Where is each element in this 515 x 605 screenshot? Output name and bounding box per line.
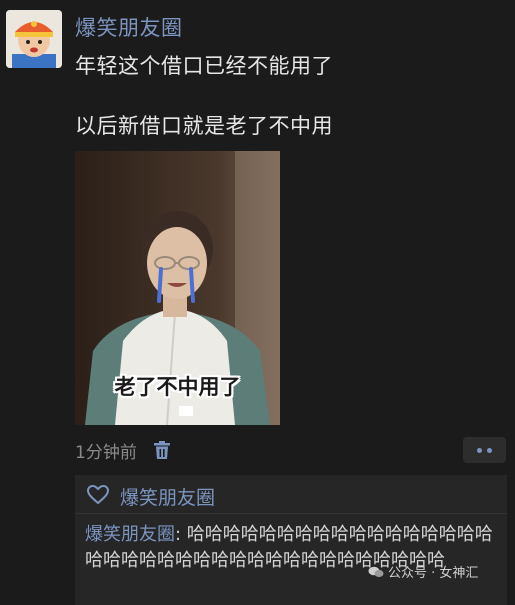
divider [75,513,507,514]
heart-icon [87,485,109,504]
dot [487,448,492,453]
like-user-name[interactable]: 爆笑朋友圈 [120,483,215,510]
post-image[interactable]: 老了不中用了 [75,151,280,425]
comment-separator: : [175,524,187,545]
trash-icon[interactable] [152,440,172,460]
watermark-text: 公众号 · 女神汇 [388,566,479,581]
post-text-line-2: 以后新借口就是老了不中用 [75,114,333,138]
post-timestamp: 1分钟前 [75,443,137,463]
image-caption: 老了不中用了 [114,375,241,399]
more-dots-icon[interactable] [463,437,506,463]
comment-author[interactable]: 爆笑朋友圈 [85,524,175,545]
avatar-image [6,10,62,68]
watermark: 公众号 · 女神汇 [368,562,478,581]
post-username[interactable]: 爆笑朋友圈 [75,12,183,42]
dot [477,448,482,453]
avatar[interactable] [6,10,62,68]
post-text-line-1: 年轻这个借口已经不能用了 [75,54,333,78]
wechat-icon [368,566,384,578]
comments-panel: 爆笑朋友圈 爆笑朋友圈: 哈哈哈哈哈哈哈哈哈哈哈哈哈哈哈哈哈哈哈哈哈哈哈哈哈哈哈… [75,475,507,605]
